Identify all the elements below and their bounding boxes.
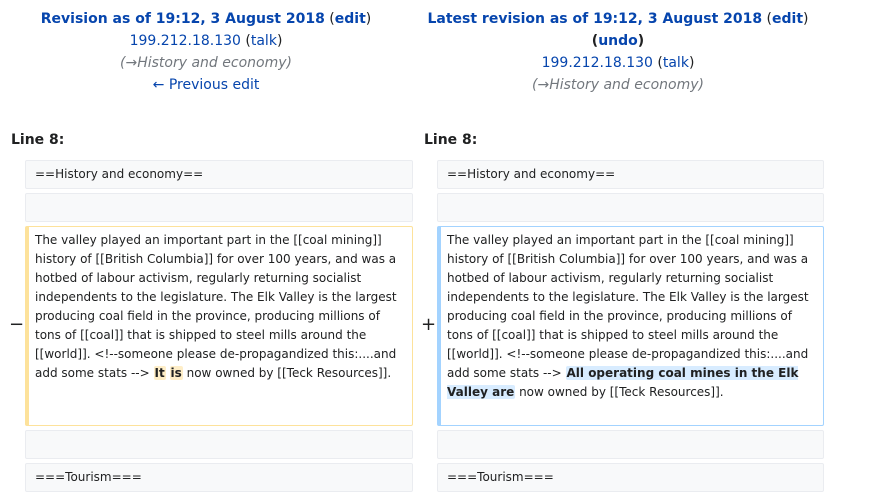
right-edit-summary: (→History and economy): [532, 77, 704, 93]
right-edit-link[interactable]: edit: [772, 11, 803, 27]
left-line-number: Line 8:: [11, 132, 65, 148]
right-summary-section-link[interactable]: →History and economy: [537, 77, 698, 93]
removed-text-after: now owned by [[Teck Resources]].: [182, 366, 392, 380]
right-empty-context-line-2: [437, 430, 824, 459]
left-summary-section-link[interactable]: →History and economy: [125, 55, 286, 71]
removed-word-highlight: is: [169, 366, 183, 380]
left-user-row: 199.212.18.130 (talk): [129, 33, 283, 49]
right-revision-header: Latest revision as of 19:12, 3 August 20…: [412, 8, 824, 96]
previous-edit-link[interactable]: ← Previous edit: [153, 77, 260, 93]
removed-line-marker: −: [9, 314, 25, 335]
right-empty-context-line: [437, 193, 824, 222]
right-context-line: ==History and economy==: [437, 160, 824, 189]
left-edit-link[interactable]: edit: [335, 11, 366, 27]
right-user-link[interactable]: 199.212.18.130: [542, 55, 653, 71]
right-tourism-context-line: ===Tourism===: [437, 463, 824, 492]
left-revision-title-row: Revision as of 19:12, 3 August 2018 (edi…: [40, 11, 372, 27]
left-context-line: ==History and economy==: [25, 160, 413, 189]
left-talk-link[interactable]: talk: [251, 33, 277, 49]
right-revision-title-row: Latest revision as of 19:12, 3 August 20…: [427, 11, 809, 27]
right-summary-text: History and economy: [549, 77, 699, 93]
right-user-row: 199.212.18.130 (talk): [541, 55, 695, 71]
added-line-marker: +: [421, 314, 437, 335]
left-revision-header: Revision as of 19:12, 3 August 2018 (edi…: [0, 8, 412, 96]
left-user-link[interactable]: 199.212.18.130: [130, 33, 241, 49]
left-summary-arrow: →: [125, 55, 138, 71]
removed-text-before: The valley played an important part in t…: [35, 233, 397, 380]
undo-row: (undo): [591, 33, 645, 49]
right-revision-title-link[interactable]: Latest revision as of 19:12, 3 August 20…: [427, 11, 762, 27]
right-line-number: Line 8:: [424, 132, 478, 148]
left-empty-context-line: [25, 193, 413, 222]
left-empty-context-line-2: [25, 430, 413, 459]
right-talk-link[interactable]: talk: [663, 55, 689, 71]
removed-word-highlight: It: [153, 366, 166, 380]
left-tourism-context-line: ===Tourism===: [25, 463, 413, 492]
added-line: The valley played an important part in t…: [437, 226, 824, 426]
added-text-before: The valley played an important part in t…: [447, 233, 809, 380]
removed-line: The valley played an important part in t…: [25, 226, 413, 426]
left-summary-text: History and economy: [137, 55, 287, 71]
right-summary-arrow: →: [537, 77, 550, 93]
left-edit-summary: (→History and economy): [120, 55, 292, 71]
added-text-after: now owned by [[Teck Resources]].: [515, 385, 724, 399]
left-revision-title-link[interactable]: Revision as of 19:12, 3 August 2018: [41, 11, 325, 27]
undo-link[interactable]: undo: [598, 33, 638, 49]
